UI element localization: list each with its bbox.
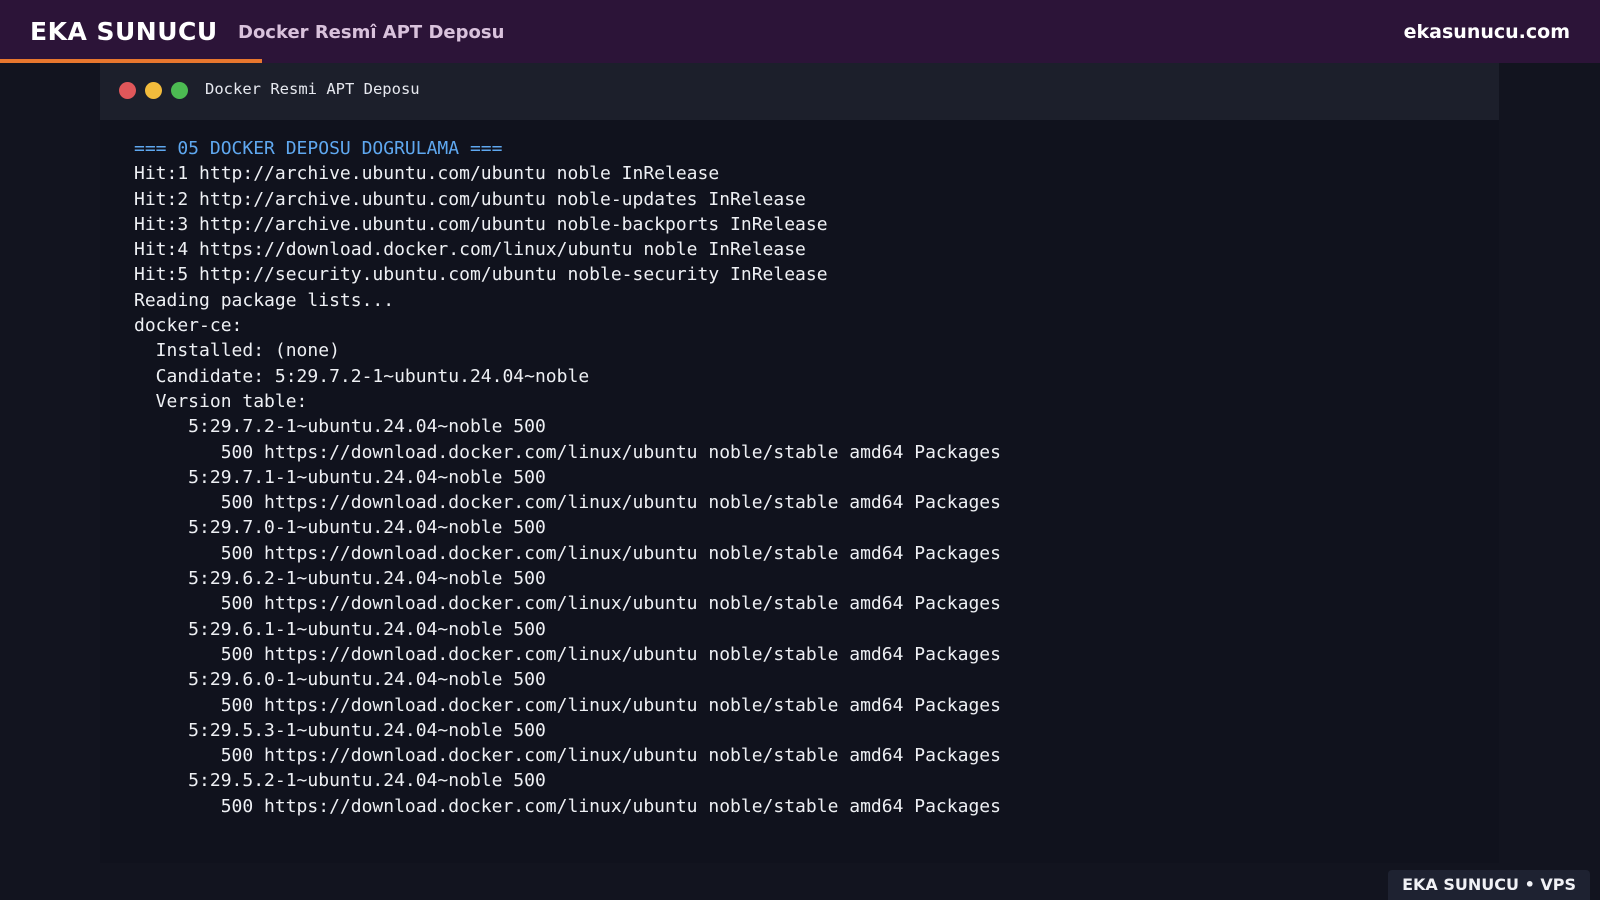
terminal-line: 5:29.7.0-1~ubuntu.24.04~noble 500	[134, 517, 546, 539]
terminal-line: Installed: (none)	[134, 340, 340, 362]
terminal-line: 5:29.7.1-1~ubuntu.24.04~noble 500	[134, 466, 546, 488]
minimize-window-icon[interactable]	[145, 82, 162, 99]
terminal-line: 500 https://download.docker.com/linux/ub…	[134, 694, 1001, 716]
close-window-icon[interactable]	[119, 82, 136, 99]
terminal-line: Version table:	[134, 390, 308, 412]
terminal-line: 5:29.6.1-1~ubuntu.24.04~noble 500	[134, 618, 546, 640]
brand-title: EKA SUNUCU	[30, 17, 218, 46]
terminal-window: Docker Resmi APT Deposu === 05 DOCKER DE…	[100, 63, 1499, 863]
terminal-line: Hit:2 http://archive.ubuntu.com/ubuntu n…	[134, 188, 806, 210]
terminal-line: 5:29.5.3-1~ubuntu.24.04~noble 500	[134, 719, 546, 741]
terminal-line: 500 https://download.docker.com/linux/ub…	[134, 643, 1001, 665]
terminal-line: Reading package lists...	[134, 289, 395, 311]
terminal-line: 5:29.6.0-1~ubuntu.24.04~noble 500	[134, 669, 546, 691]
terminal-line: 500 https://download.docker.com/linux/ub…	[134, 795, 1001, 817]
terminal-output: === 05 DOCKER DEPOSU DOGRULAMA === Hit:1 …	[134, 136, 1001, 819]
terminal-heading-line: === 05 DOCKER DEPOSU DOGRULAMA ===	[134, 138, 503, 159]
terminal-line: Hit:4 https://download.docker.com/linux/…	[134, 239, 806, 261]
top-bar: EKA SUNUCU Docker Resmî APT Deposu ekasu…	[0, 0, 1600, 63]
terminal-line: 500 https://download.docker.com/linux/ub…	[134, 492, 1001, 514]
site-link[interactable]: ekasunucu.com	[1404, 21, 1570, 43]
terminal-line: docker-ce:	[134, 315, 243, 337]
terminal-title-bar: Docker Resmi APT Deposu	[100, 63, 1499, 120]
terminal-line: 500 https://download.docker.com/linux/ub…	[134, 542, 1001, 564]
terminal-line: 500 https://download.docker.com/linux/ub…	[134, 593, 1001, 615]
terminal-line: 5:29.6.2-1~ubuntu.24.04~noble 500	[134, 568, 546, 590]
terminal-line: Hit:3 http://archive.ubuntu.com/ubuntu n…	[134, 213, 828, 235]
terminal-line: 5:29.5.2-1~ubuntu.24.04~noble 500	[134, 770, 546, 792]
terminal-title: Docker Resmi APT Deposu	[205, 80, 420, 98]
footer-badge: EKA SUNUCU • VPS	[1388, 870, 1590, 900]
terminal-line: 500 https://download.docker.com/linux/ub…	[134, 745, 1001, 767]
terminal-line: Hit:1 http://archive.ubuntu.com/ubuntu n…	[134, 163, 720, 185]
terminal-line: 5:29.7.2-1~ubuntu.24.04~noble 500	[134, 416, 546, 438]
terminal-line: 500 https://download.docker.com/linux/ub…	[134, 441, 1001, 463]
terminal-line: Candidate: 5:29.7.2-1~ubuntu.24.04~noble	[134, 365, 590, 387]
maximize-window-icon[interactable]	[171, 82, 188, 99]
page-subtitle: Docker Resmî APT Deposu	[238, 22, 505, 43]
terminal-line: Hit:5 http://security.ubuntu.com/ubuntu …	[134, 264, 828, 286]
